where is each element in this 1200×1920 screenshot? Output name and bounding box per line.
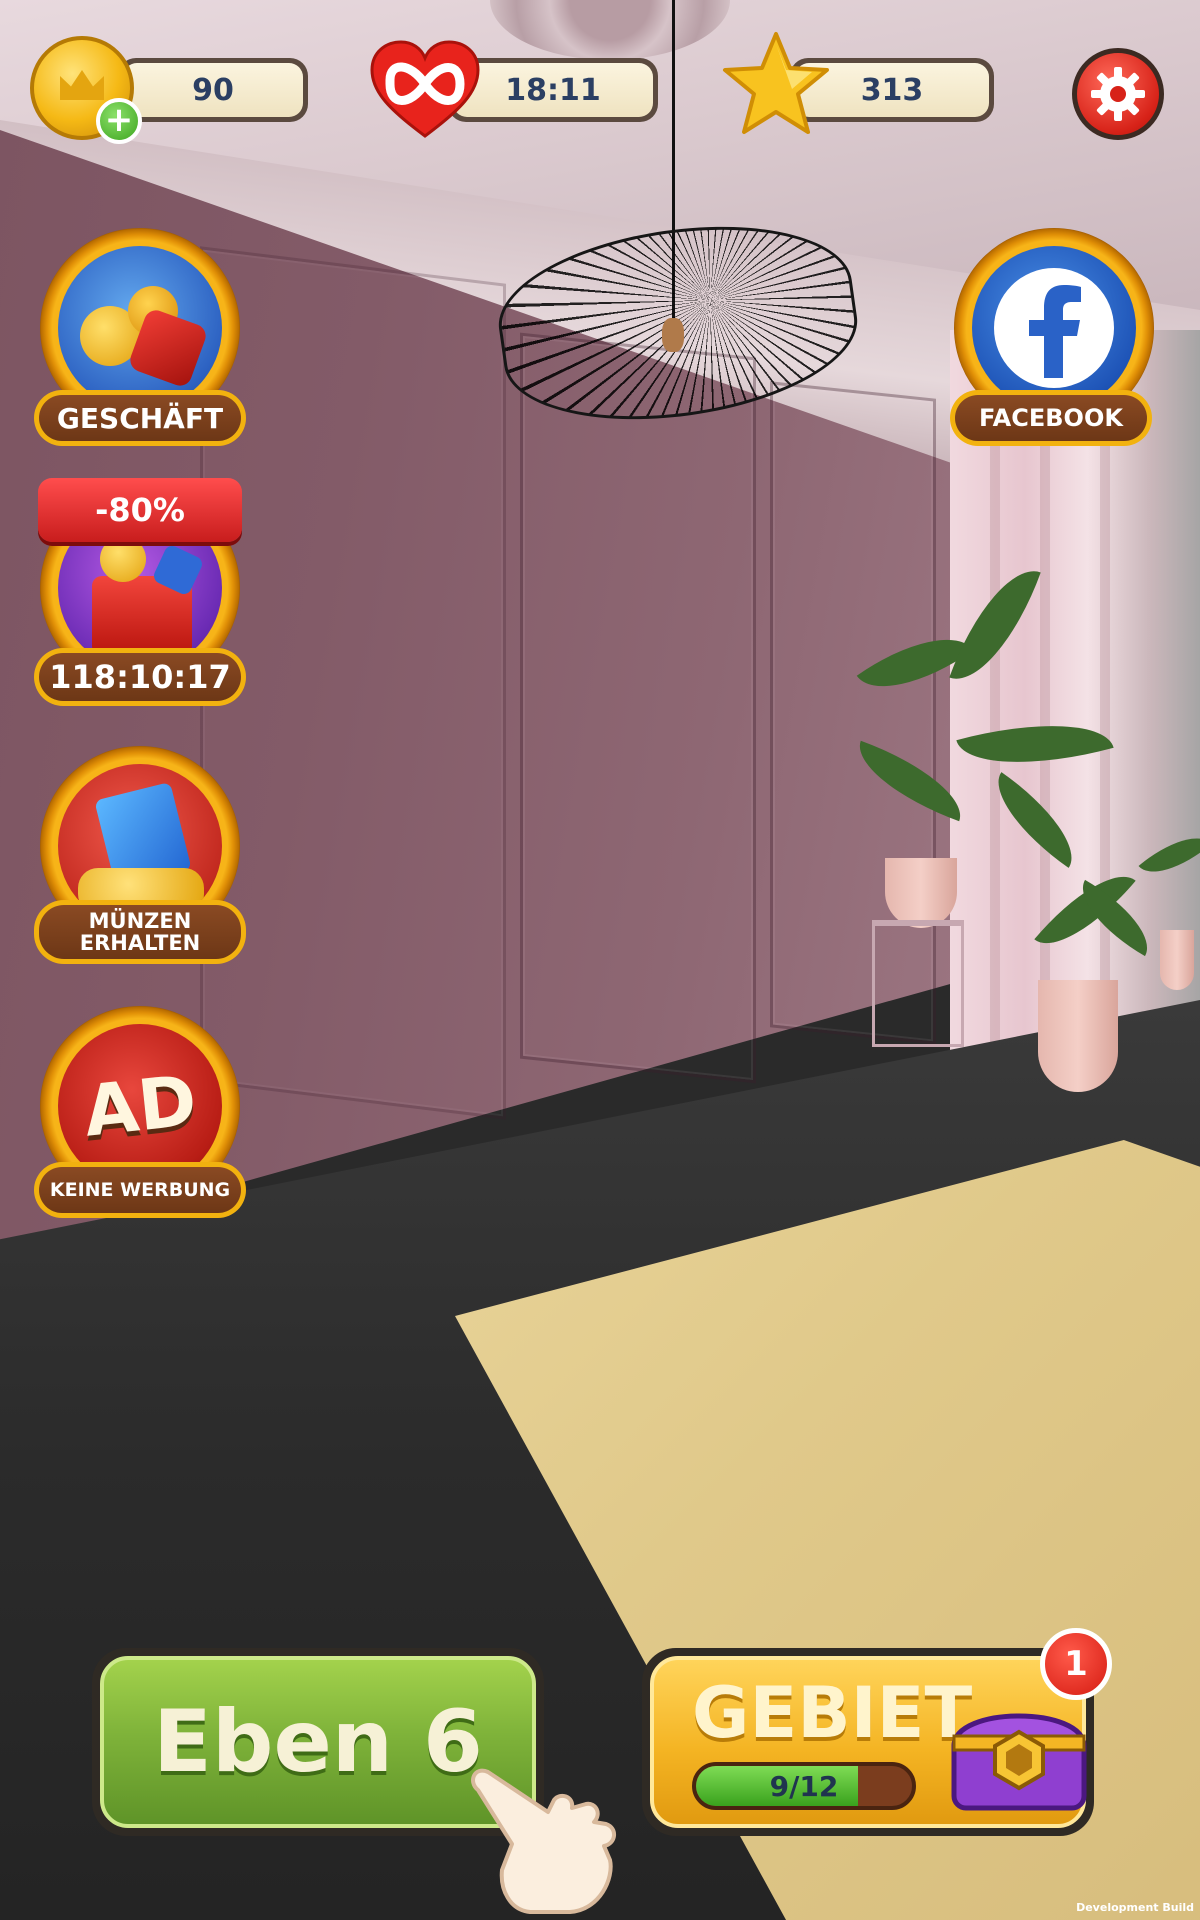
facebook-label: FACEBOOK bbox=[955, 395, 1147, 441]
plant-pot bbox=[1160, 930, 1194, 990]
wall-panel bbox=[200, 246, 506, 1120]
get-coins-label-line1: MÜNZEN bbox=[88, 909, 192, 933]
shop-label-pill[interactable]: GESCHÄFT bbox=[34, 390, 246, 446]
pointing-hand-icon bbox=[471, 1768, 616, 1914]
settings-button[interactable] bbox=[1072, 48, 1164, 140]
curtain-fold bbox=[990, 340, 1000, 1100]
star-icon bbox=[723, 32, 829, 134]
get-coins-label-line2: ERHALTEN bbox=[79, 931, 201, 955]
area-progress-text: 9/12 bbox=[769, 1769, 839, 1803]
offer-timer: 118:10:17 bbox=[39, 653, 241, 701]
facebook-logo bbox=[994, 268, 1114, 388]
area-label: GEBIET bbox=[692, 1672, 973, 1754]
lamp-bulb bbox=[662, 318, 684, 352]
facebook-label-pill[interactable]: FACEBOOK bbox=[950, 390, 1152, 446]
notification-badge: 1 bbox=[1040, 1628, 1112, 1700]
chest-icon bbox=[951, 1713, 1087, 1811]
rocket-icon bbox=[100, 536, 146, 582]
area-progress-bar: 9/12 bbox=[692, 1762, 916, 1810]
plant-stand bbox=[872, 920, 964, 1047]
coins-value: 90 bbox=[123, 63, 303, 117]
development-build-label: Development Build bbox=[1076, 1901, 1194, 1914]
crown-icon bbox=[60, 70, 104, 100]
shop-label: GESCHÄFT bbox=[39, 395, 241, 441]
heart-infinity-icon[interactable] bbox=[370, 40, 480, 140]
plant-pot bbox=[1038, 980, 1118, 1092]
get-coins-label: MÜNZEN ERHALTEN bbox=[39, 905, 241, 959]
area-button[interactable]: GEBIET 9/12 bbox=[642, 1648, 1094, 1836]
level-label: Eben 6 bbox=[153, 1692, 483, 1792]
get-coins-label-pill[interactable]: MÜNZEN ERHALTEN bbox=[34, 900, 246, 964]
wall-panel bbox=[520, 332, 756, 1084]
shop-icon bbox=[58, 246, 222, 410]
no-ads-label-pill[interactable]: KEINE WERBUNG bbox=[34, 1162, 246, 1218]
plant-pot bbox=[885, 858, 957, 928]
ad-icon-text: AD bbox=[79, 1059, 201, 1153]
lives-timer: 18:11 bbox=[453, 63, 653, 117]
discount-ribbon: -80% bbox=[38, 478, 242, 542]
area-button-face: GEBIET 9/12 bbox=[650, 1656, 1087, 1828]
coins-counter: 90 bbox=[118, 58, 308, 122]
no-ads-label: KEINE WERBUNG bbox=[39, 1167, 241, 1213]
offer-timer-pill[interactable]: 118:10:17 bbox=[34, 648, 246, 706]
gear-icon bbox=[1091, 67, 1145, 121]
facebook-icon bbox=[972, 246, 1136, 410]
plus-icon[interactable]: + bbox=[96, 98, 142, 144]
facebook-f-glyph bbox=[1029, 285, 1081, 378]
